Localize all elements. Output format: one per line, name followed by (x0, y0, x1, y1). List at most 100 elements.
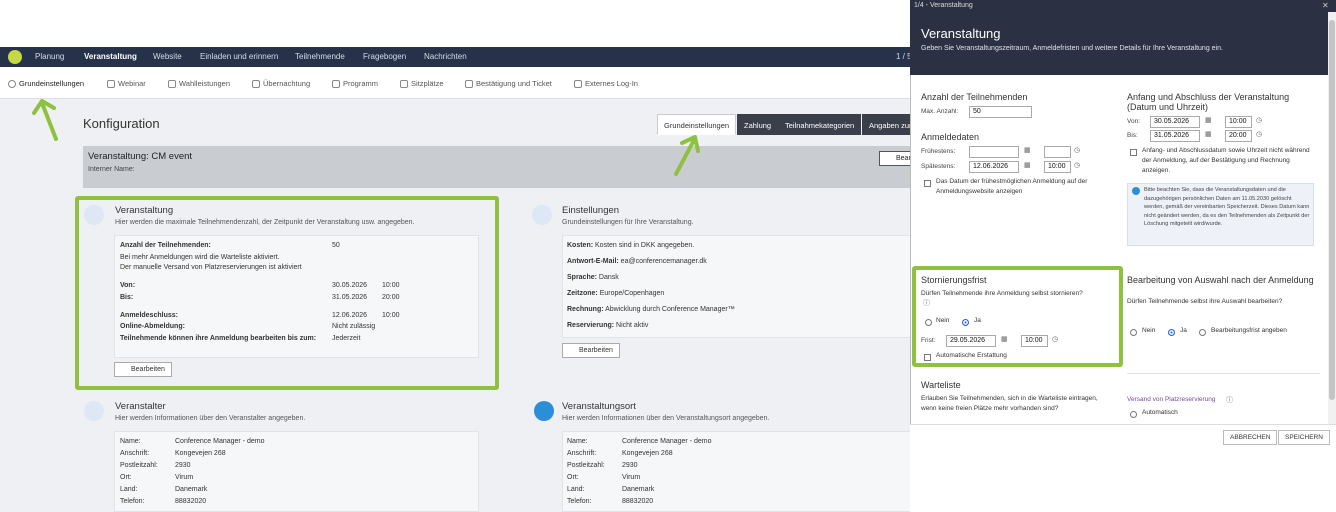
event-title: Veranstaltung: CM event (88, 151, 193, 162)
info-text: Bitte beachten Sie, dass die Veranstaltu… (1144, 187, 1310, 228)
value: Conference Manager - demo (622, 438, 712, 445)
subnav-programm[interactable]: Programm (332, 79, 378, 88)
subnav-wahlleistungen[interactable]: Wahlleistungen (168, 79, 230, 88)
section-waitlist-title: Warteliste (921, 380, 961, 390)
from-date-input[interactable]: 30.05.2026 (1150, 116, 1200, 128)
clock-icon[interactable]: ◷ (1074, 161, 1080, 169)
label: Anschrift: (567, 450, 597, 457)
edit-yes-radio[interactable] (1168, 329, 1175, 336)
tab-teilnahmekategorien[interactable]: Teilnahmekategorien (778, 114, 862, 135)
automatic-label: Automatisch (1142, 409, 1178, 416)
section-period-title: Anfang und Abschluss der Veranstaltung (… (1127, 92, 1290, 112)
label: Name: (120, 438, 141, 445)
section-participants-title: Anzahl der Teilnehmenden (921, 92, 1028, 102)
seat-icon (400, 79, 408, 88)
latest-time-input[interactable]: 10:00 (1044, 161, 1071, 173)
nav-website[interactable]: Website (153, 52, 182, 61)
edit-no-radio[interactable] (1130, 329, 1137, 336)
label: Anschrift: (120, 450, 150, 457)
show-earliest-checkbox[interactable] (924, 180, 931, 187)
value: 88832020 (175, 498, 207, 505)
value: Danemark (175, 486, 208, 493)
section-registration-title: Anmeldedaten (921, 132, 980, 142)
to-date-input[interactable]: 31.05.2026 (1150, 130, 1200, 142)
location-pin-icon (534, 401, 554, 421)
subnav-sitzplaetze[interactable]: Sitzplätze (400, 79, 444, 88)
value: Virum (175, 474, 194, 481)
modal-window-title: 1/4 - Veranstaltung (910, 0, 1336, 12)
settings-row: Antwort-E-Mail: ea@conferencemanager.dk (567, 258, 707, 265)
to-label: Bis: (1127, 132, 1138, 139)
label: Kosten: (567, 242, 594, 249)
modal-subtitle: Geben Sie Veranstaltungszeitraum, Anmeld… (921, 45, 1223, 52)
value: 88832020 (622, 498, 654, 505)
subnav-label: Übernachtung (263, 79, 311, 88)
label: Telefon: (120, 498, 145, 505)
value: 2930 (622, 462, 638, 469)
automatic-radio[interactable] (1130, 411, 1137, 418)
calendar-icon[interactable]: ▦ (1024, 161, 1031, 169)
settings-row: Zeitzone: Europe/Copenhagen (567, 290, 664, 297)
max-count-label: Max. Anzahl: (921, 108, 959, 115)
scrollbar-thumb[interactable] (1329, 20, 1335, 400)
value: Conference Manager - demo (175, 438, 265, 445)
calendar-icon[interactable]: ▦ (1205, 130, 1212, 138)
nav-fragebogen[interactable]: Fragebogen (363, 52, 406, 61)
subnav-label: Wahlleistungen (179, 79, 231, 88)
nav-planung[interactable]: Planung (35, 52, 64, 61)
settings-row: Kosten: Kosten sind in DKK angegeben. (567, 242, 694, 249)
close-icon[interactable]: ✕ (1322, 1, 1329, 10)
label: Antwort-E-Mail: (567, 258, 619, 265)
clock-icon[interactable]: ◷ (1256, 116, 1262, 124)
subnav-uebernachtung[interactable]: Übernachtung (252, 79, 310, 88)
calendar-icon[interactable]: ▦ (1024, 146, 1031, 154)
edit-deadline-radio[interactable] (1199, 329, 1206, 336)
subnav-label: Webinar (118, 79, 146, 88)
gear-icon (532, 205, 552, 225)
nav-einladen[interactable]: Einladen und erinnern (200, 52, 278, 61)
tab-angaben[interactable]: Angaben zur (862, 114, 912, 135)
earliest-date-input[interactable] (969, 146, 1019, 158)
bed-icon (252, 79, 260, 88)
logo-icon[interactable] (8, 50, 22, 64)
subnav-webinar[interactable]: Webinar (107, 79, 146, 88)
nav-veranstaltung[interactable]: Veranstaltung (84, 52, 137, 61)
help-icon[interactable]: ⓘ (1226, 395, 1233, 405)
card-settings-edit-button[interactable]: Bearbeiten (562, 343, 620, 358)
subnav-externes-login[interactable]: Externes Log-In (574, 79, 638, 88)
tab-zahlung[interactable]: Zahlung (737, 114, 779, 135)
value: Kongevejen 268 (175, 450, 226, 457)
latest-date-input[interactable]: 12.06.2026 (969, 161, 1019, 173)
clock-icon[interactable]: ◷ (1074, 146, 1080, 154)
cancel-button[interactable]: ABBRECHEN (1223, 430, 1278, 445)
value: Virum (622, 474, 641, 481)
video-icon (107, 79, 115, 88)
reservation-label: Versand von Platzreservierung (1127, 396, 1216, 403)
subnav-bestaetigung[interactable]: Bestätigung und Ticket (465, 79, 552, 88)
modal-header (910, 12, 1328, 75)
hide-dates-checkbox[interactable] (1130, 149, 1137, 156)
value: Kosten sind in DKK angegeben. (595, 242, 695, 249)
nav-nachrichten[interactable]: Nachrichten (424, 52, 467, 61)
clock-icon[interactable]: ◷ (1256, 130, 1262, 138)
to-time-input[interactable]: 20:00 (1225, 130, 1252, 142)
max-count-input[interactable]: 50 (969, 106, 1032, 118)
subnav-grundeinstellungen[interactable]: Grundeinstellungen (8, 79, 84, 88)
calendar-icon[interactable]: ▦ (1205, 116, 1212, 124)
edit-no-label: Nein (1142, 327, 1156, 334)
from-label: Von: (1127, 118, 1141, 125)
highlight-box (912, 266, 1123, 367)
subnav-label: Bestätigung und Ticket (476, 79, 552, 88)
page-title: Konfiguration (83, 116, 160, 131)
hide-dates-label: Anfang- und Abschlussdatum sowie Uhrzeit… (1142, 147, 1310, 174)
save-button[interactable]: SPEICHERN (1278, 430, 1330, 445)
nav-teilnehmende[interactable]: Teilnehmende (295, 52, 345, 61)
label: Sprache: (567, 274, 597, 281)
earliest-time-input[interactable] (1044, 146, 1071, 158)
latest-label: Spätestens: (921, 163, 956, 170)
from-time-input[interactable]: 10:00 (1225, 116, 1252, 128)
value: 2930 (175, 462, 191, 469)
label: Rechnung: (567, 306, 604, 313)
card-organizer-desc: Hier werden Informationen über den Veran… (115, 415, 306, 422)
card-settings-desc: Grundeinstellungen für Ihre Veranstaltun… (562, 219, 694, 226)
